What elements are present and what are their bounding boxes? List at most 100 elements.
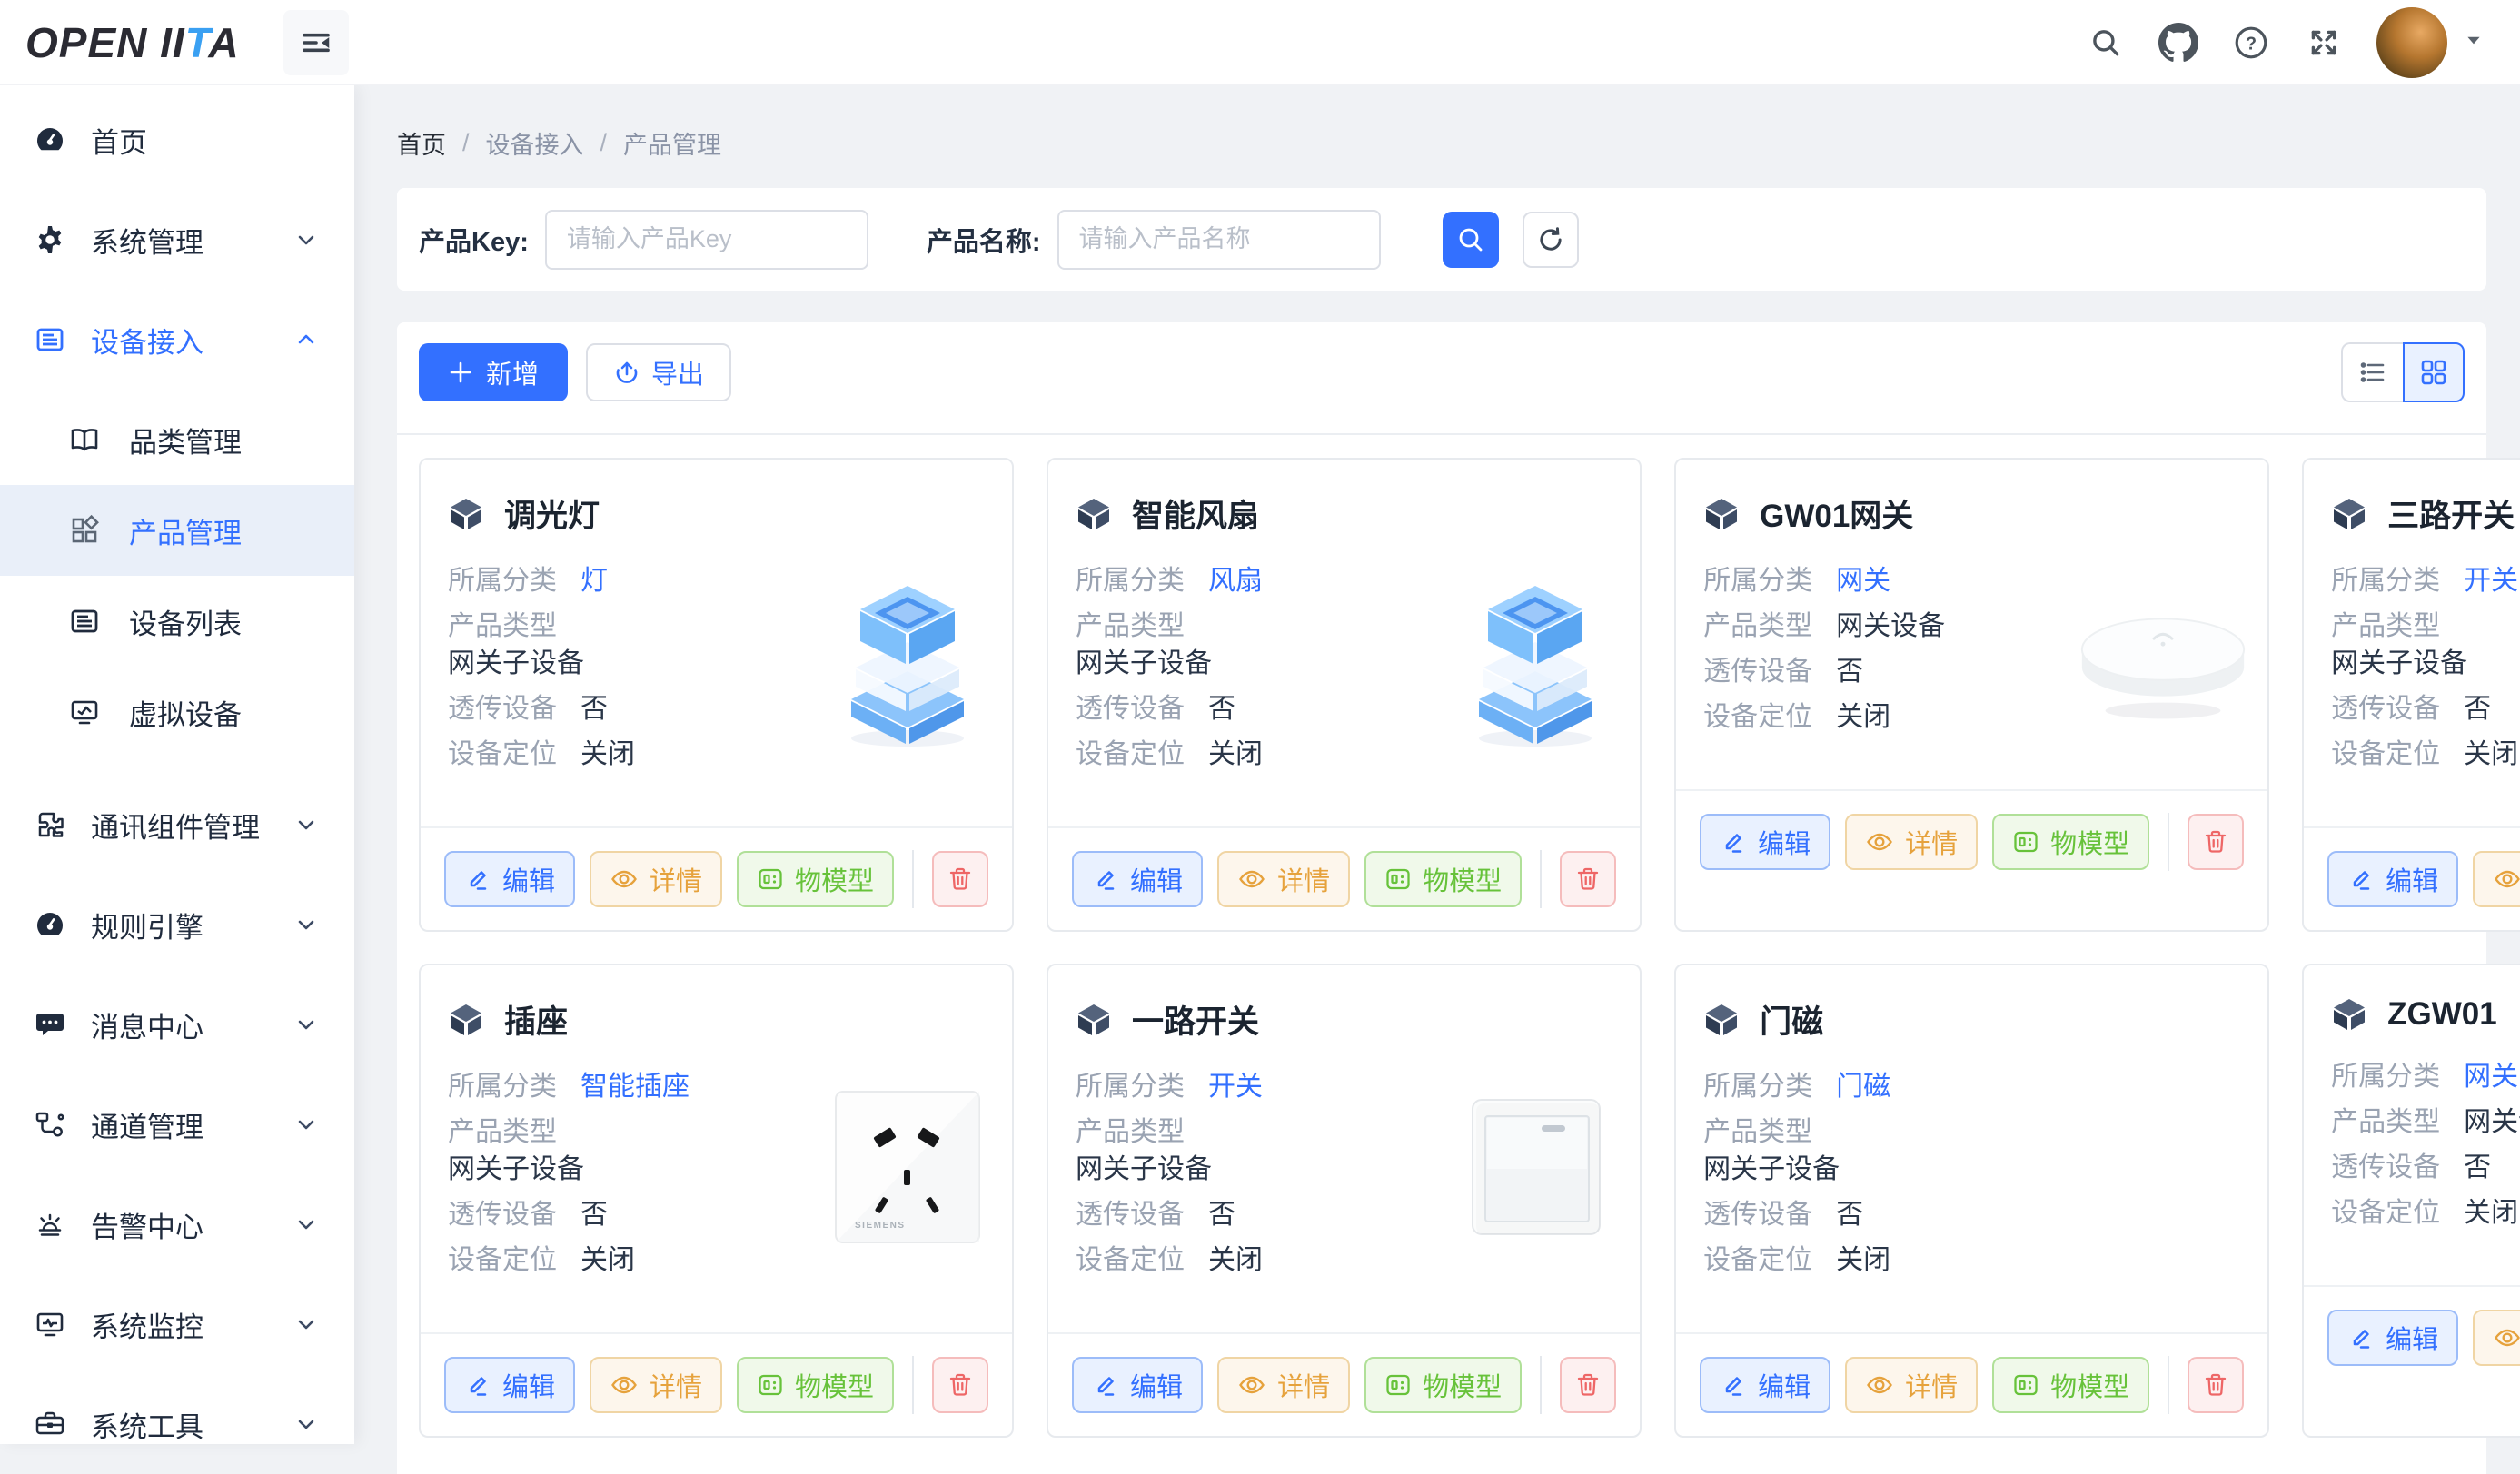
sidebar-collapse-button[interactable] (283, 10, 349, 75)
sidebar-item-tools[interactable]: 系统工具 (0, 1379, 354, 1469)
delete-button[interactable] (932, 851, 988, 907)
cube-icon (1703, 1002, 1740, 1038)
sidebar-item-alert[interactable]: 告警中心 (0, 1179, 354, 1270)
detail-button[interactable]: 详情 (2473, 851, 2520, 907)
avatar[interactable] (2376, 7, 2447, 78)
category-label: 所属分类 (1076, 564, 1185, 598)
refresh-button[interactable] (1523, 212, 1579, 268)
model-button[interactable]: 物模型 (737, 1357, 894, 1413)
edit-button[interactable]: 编辑 (444, 1357, 575, 1413)
detail-button[interactable]: 详情 (1845, 1357, 1978, 1413)
model-button[interactable]: 物模型 (1364, 1357, 1522, 1413)
category-value[interactable]: 智能插座 (580, 1070, 690, 1103)
product-name: 调光灯 (504, 490, 600, 537)
sidebar-item-channel[interactable]: 通道管理 (0, 1079, 354, 1170)
edit-button[interactable]: 编辑 (1072, 1357, 1203, 1413)
caret-down-icon[interactable] (2464, 30, 2484, 54)
passthrough-label: 透传设备 (1703, 655, 1812, 688)
product-card: 门磁所属分类门磁产品类型网关子设备透传设备否设备定位关闭编辑详情物模型 (1674, 964, 2269, 1438)
cube-icon (448, 496, 484, 532)
sidebar-item-product[interactable]: 产品管理 (0, 485, 354, 576)
category-value[interactable]: 开关 (2464, 564, 2518, 598)
location-label: 设备定位 (1076, 737, 1185, 771)
detail-button[interactable]: 详情 (1217, 851, 1350, 907)
export-button[interactable]: 导出 (586, 343, 731, 401)
detail-button[interactable]: 详情 (590, 851, 722, 907)
help-icon[interactable]: ? (2231, 23, 2271, 63)
actions-divider (1540, 850, 1542, 908)
sidebar-item-rules[interactable]: 规则引擎 (0, 879, 354, 970)
edit-button[interactable]: 编辑 (2327, 1310, 2458, 1366)
detail-button[interactable]: 详情 (1217, 1357, 1350, 1413)
sidebar-item-monitor[interactable]: 系统监控 (0, 1279, 354, 1370)
breadcrumb-item[interactable]: 首页 (397, 125, 446, 161)
list-view-button[interactable] (2341, 342, 2403, 402)
detail-button[interactable]: 详情 (590, 1357, 722, 1413)
search-button[interactable] (1443, 212, 1499, 268)
breadcrumb-separator: / (462, 129, 470, 157)
sidebar-item-home[interactable]: 首页 (0, 94, 354, 185)
delete-button[interactable] (2188, 814, 2244, 870)
flow-icon (33, 1108, 67, 1141)
server-icon (33, 323, 67, 356)
passthrough-value: 否 (1836, 655, 1863, 688)
edit-button[interactable]: 编辑 (1700, 814, 1830, 870)
category-value[interactable]: 开关 (1208, 1070, 1263, 1103)
edit-button[interactable]: 编辑 (1072, 851, 1203, 907)
type-label: 产品类型 (448, 1115, 557, 1149)
eye-icon (1865, 1370, 1894, 1400)
add-button[interactable]: 新增 (419, 343, 568, 401)
model-button[interactable]: 物模型 (1364, 851, 1522, 907)
location-label: 设备定位 (2331, 737, 2440, 771)
model-icon (757, 1371, 784, 1399)
sidebar-item-virtual[interactable]: 虚拟设备 (0, 667, 354, 757)
fullscreen-icon[interactable] (2304, 23, 2344, 63)
location-value: 关闭 (1208, 737, 1263, 771)
delete-button[interactable] (932, 1357, 988, 1413)
product-key-input[interactable] (545, 210, 868, 270)
cube-icon (1076, 1002, 1112, 1038)
product-name-input[interactable] (1057, 210, 1381, 270)
product-card: GW01网关所属分类网关产品类型网关设备透传设备否设备定位关闭编辑详情物模型 (1674, 458, 2269, 932)
detail-button[interactable]: 详情 (2473, 1310, 2520, 1366)
search-icon[interactable] (2086, 23, 2126, 63)
category-value[interactable]: 灯 (580, 564, 608, 598)
sidebar-item-comm[interactable]: 通讯组件管理 (0, 779, 354, 870)
trash-icon (1574, 866, 1602, 893)
eye-icon (1865, 827, 1894, 856)
sidebar-item-device[interactable]: 设备接入 (0, 294, 354, 385)
eye-icon (2493, 1323, 2520, 1352)
pencil-icon (2347, 1324, 2375, 1351)
app-header: OPEN IITA ? (0, 0, 2520, 85)
model-button[interactable]: 物模型 (737, 851, 894, 907)
model-button[interactable]: 物模型 (1992, 1357, 2149, 1413)
type-value: 网关子设备 (448, 647, 584, 680)
delete-button[interactable] (1560, 851, 1616, 907)
delete-button[interactable] (2188, 1357, 2244, 1413)
grid-view-button[interactable] (2403, 342, 2465, 402)
product-card-body: 插座所属分类智能插座产品类型网关子设备透传设备否设备定位关闭SIEMENS (421, 965, 1012, 1332)
github-icon[interactable] (2158, 23, 2198, 63)
edit-button[interactable]: 编辑 (444, 851, 575, 907)
detail-button[interactable]: 详情 (1845, 814, 1978, 870)
sidebar-item-devicelist[interactable]: 设备列表 (0, 576, 354, 667)
sidebar-item-label: 设备接入 (91, 320, 203, 361)
delete-button[interactable] (1560, 1357, 1616, 1413)
product-name: 门磁 (1760, 996, 1823, 1043)
product-card-body: 门磁所属分类门磁产品类型网关子设备透传设备否设备定位关闭 (1676, 965, 2267, 1332)
category-value[interactable]: 门磁 (1836, 1070, 1890, 1103)
category-value[interactable]: 风扇 (1208, 564, 1263, 598)
category-value[interactable]: 网关 (2464, 1060, 2518, 1093)
category-value[interactable]: 网关 (1836, 564, 1890, 598)
sidebar-item-category[interactable]: 品类管理 (0, 394, 354, 485)
type-label: 产品类型 (2331, 1105, 2440, 1139)
trash-icon (947, 1371, 974, 1399)
sidebar-item-message[interactable]: 消息中心 (0, 979, 354, 1070)
passthrough-label: 透传设备 (1076, 692, 1185, 726)
breadcrumb-item[interactable]: 设备接入 (486, 125, 584, 161)
edit-button[interactable]: 编辑 (1700, 1357, 1830, 1413)
sidebar-item-system[interactable]: 系统管理 (0, 194, 354, 285)
edit-button[interactable]: 编辑 (2327, 851, 2458, 907)
actions-divider (912, 1356, 914, 1414)
model-button[interactable]: 物模型 (1992, 814, 2149, 870)
